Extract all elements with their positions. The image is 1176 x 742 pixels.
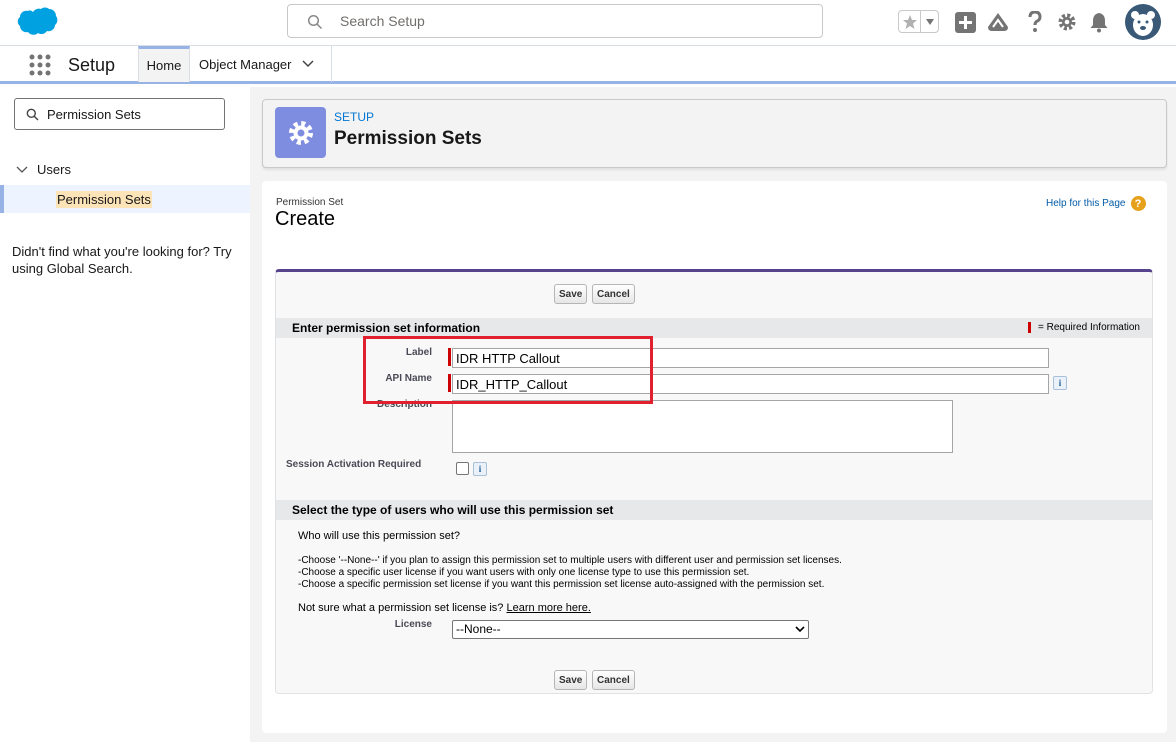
tree-item-users-label: Users	[37, 162, 71, 177]
gear-icon	[1058, 13, 1076, 31]
license-field-label: License	[394, 619, 432, 630]
global-search-input[interactable]	[340, 10, 800, 32]
session-activation-label: Session Activation Required	[286, 459, 422, 470]
who-question: Who will use this permission set?	[298, 530, 461, 542]
session-activation-checkbox[interactable]	[456, 462, 469, 475]
favorites-star-button[interactable]	[899, 11, 921, 32]
main-content: SETUP Permission Sets Permission Set Cre…	[250, 87, 1176, 742]
plus-icon	[954, 11, 976, 33]
notifications-button[interactable]	[1088, 11, 1110, 33]
license-select-value: --None--	[456, 622, 501, 636]
help-icon[interactable]: ?	[1130, 196, 1146, 211]
app-name: Setup	[68, 55, 116, 75]
required-legend: = Required Information	[1027, 322, 1140, 333]
question-icon	[1028, 11, 1042, 32]
tree-item-permission-sets[interactable]: Permission Sets	[0, 185, 250, 213]
tab-object-manager-label: Object Manager	[199, 56, 292, 72]
choice-hint-user-license: -Choose a specific user license if you w…	[298, 567, 750, 578]
info-icon[interactable]: i	[473, 462, 487, 476]
salesforce-logo[interactable]	[16, 7, 58, 37]
chevron-down-icon	[795, 626, 805, 633]
highlight-box	[363, 336, 653, 404]
save-button-bottom[interactable]: Save	[554, 670, 588, 690]
not-sure-hint: Not sure what a permission set license i…	[298, 602, 591, 614]
page-subtitle: Permission Set	[276, 197, 344, 208]
search-icon	[26, 108, 39, 121]
not-sure-text: Not sure what a permission set license i…	[298, 602, 504, 614]
page-header-eyebrow[interactable]: SETUP	[334, 110, 374, 124]
permission-set-form: Save Cancel Enter permission set informa…	[275, 269, 1153, 694]
setup-sidebar: Users Permission Sets Didn't find what y…	[0, 87, 250, 742]
setup-gear-button[interactable]	[1056, 11, 1078, 33]
star-icon	[902, 14, 917, 29]
page-header: SETUP Permission Sets	[262, 99, 1167, 168]
license-select[interactable]: --None--	[452, 620, 809, 639]
chevron-down-icon[interactable]	[16, 166, 28, 174]
bell-icon	[1090, 12, 1108, 32]
page-type-title: Create	[275, 208, 336, 230]
tab-home[interactable]: Home	[138, 46, 190, 82]
save-button[interactable]: Save	[554, 284, 588, 304]
caret-down-icon	[925, 18, 934, 25]
info-icon[interactable]: i	[1053, 376, 1067, 390]
section-title: Enter permission set information	[292, 321, 481, 335]
trailhead-icon	[988, 13, 1008, 31]
app-nav-bar: Setup Home Object Manager	[0, 46, 1176, 84]
required-legend-text: = Required Information	[1037, 322, 1140, 333]
choice-hint-ps-license: -Choose a specific permission set licens…	[298, 579, 825, 590]
description-textarea[interactable]	[452, 400, 953, 453]
tab-object-manager[interactable]: Object Manager	[190, 46, 332, 82]
trailhead-button[interactable]	[987, 11, 1009, 33]
help-link-label[interactable]: Help for this Page	[1046, 198, 1126, 209]
cancel-button-bottom[interactable]: Cancel	[592, 670, 635, 690]
tree-item-permission-sets-label: Permission Sets	[56, 191, 152, 208]
help-button[interactable]	[1024, 11, 1046, 33]
learn-more-link[interactable]: Learn more here.	[507, 602, 591, 614]
user-avatar[interactable]	[1125, 4, 1161, 40]
setup-content-panel: Permission Set Create Help for this Page…	[262, 181, 1167, 733]
section-title: Select the type of users who will use th…	[292, 503, 614, 517]
required-marker	[1027, 322, 1031, 333]
not-found-hint: Didn't find what you're looking for? Try…	[12, 244, 232, 276]
favorites-group	[898, 10, 939, 33]
global-header	[0, 0, 1176, 46]
section-header-info: Enter permission set information = Requi…	[276, 318, 1152, 338]
quick-find[interactable]	[14, 98, 225, 130]
tab-home-label: Home	[146, 58, 182, 73]
chevron-down-icon[interactable]	[301, 60, 314, 68]
choice-hint-none: -Choose '--None--' if you plan to assign…	[298, 555, 842, 566]
section-header-user-type: Select the type of users who will use th…	[276, 500, 1152, 520]
bear-avatar-icon	[1125, 4, 1161, 40]
favorites-list-button[interactable]	[921, 11, 938, 32]
global-search[interactable]	[287, 4, 823, 38]
app-launcher-icon[interactable]	[29, 54, 51, 76]
page-title: Permission Sets	[334, 128, 482, 149]
page-header-icon	[275, 107, 326, 158]
tree-item-users[interactable]: Users	[16, 162, 71, 177]
help-for-page-link[interactable]: Help for this Page ?	[1046, 196, 1146, 211]
search-icon	[307, 14, 323, 30]
cancel-button[interactable]: Cancel	[592, 284, 635, 304]
quick-find-input[interactable]	[47, 105, 217, 123]
gear-icon	[288, 120, 313, 145]
global-actions-button[interactable]	[954, 11, 976, 33]
